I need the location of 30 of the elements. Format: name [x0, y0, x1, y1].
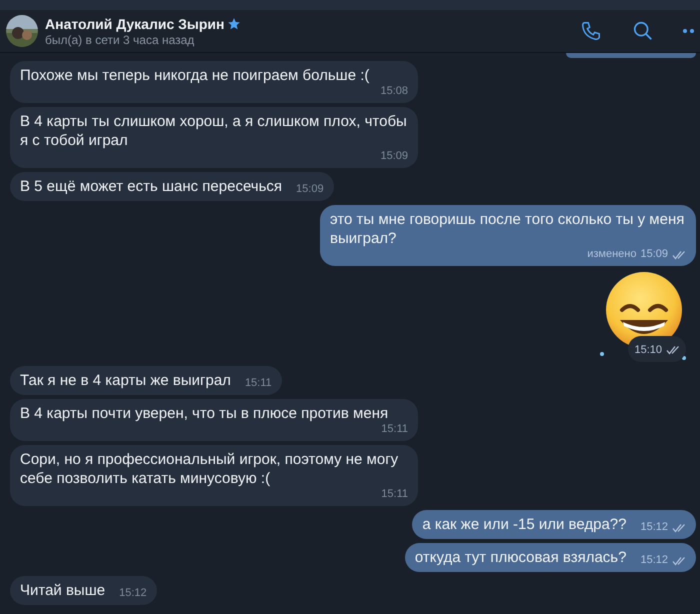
double-check-icon [672, 522, 686, 532]
message-time: 15:11 [381, 423, 408, 436]
message-time: 15:08 [380, 85, 408, 98]
edited-label: изменено [587, 248, 636, 261]
message-text: а как же или -15 или ведра?? [422, 515, 626, 534]
message-time: 15:12 [119, 587, 147, 600]
search-icon [632, 20, 654, 42]
phone-icon [580, 20, 602, 42]
double-check-icon [672, 250, 686, 260]
message-text: В 5 ещё может есть шанс пересечься [20, 177, 282, 196]
message-time: 15:10 [634, 343, 662, 358]
message-time: 15:11 [381, 488, 408, 501]
message-text: Сори, но я профессиональный игрок, поэтому не могу себе позволить катать минусовую :( [20, 450, 400, 488]
message-text: Так я не в 4 карты же выиграл [20, 371, 231, 390]
message-time: 15:11 [244, 377, 272, 390]
last-seen-status: был(а) в сети 3 часа назад [45, 32, 196, 48]
double-check-icon [666, 345, 680, 356]
message-time: 15:09 [296, 183, 324, 196]
message-text: это ты мне говоришь после того сколько ты у меня выиграл? [330, 210, 686, 248]
message-text: откуда тут плюсовая взялась? [414, 548, 626, 567]
message-time: 15:12 [640, 521, 668, 534]
message-text: Читай выше [20, 581, 106, 600]
message-time: 15:09 [640, 248, 668, 261]
message-text: В 4 карты ты слишком хорош, а я слишком плох, чтобы я с тобой играл [20, 112, 408, 150]
message-text: Похоже мы теперь никогда не поиграем больше :( [20, 66, 370, 85]
message-time: 15:12 [640, 554, 668, 567]
message-time: 15:09 [380, 150, 408, 163]
double-check-icon [672, 556, 686, 566]
contact-name: Анатолий Дукалис Зырин [45, 14, 224, 32]
message-text: В 4 карты почти уверен, что ты в плюсе против меня [20, 404, 388, 423]
